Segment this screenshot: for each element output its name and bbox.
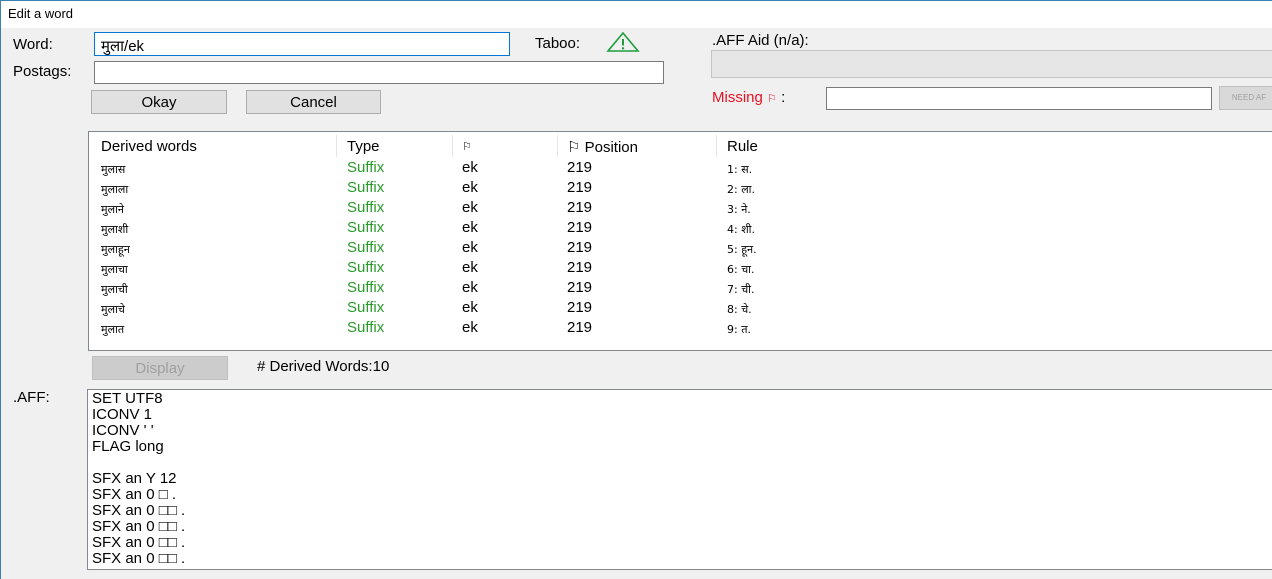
type-cell: Suffix [347, 219, 385, 236]
table-row[interactable]: मुलाला Suffix ek 219 2: ला. [89, 179, 1272, 199]
type-cell: Suffix [347, 179, 385, 196]
flag-cell: ek [462, 299, 478, 316]
derived-word-cell: मुलाहून [101, 243, 130, 256]
position-cell: 219 [567, 319, 593, 336]
position-cell: 219 [567, 159, 593, 176]
rule-cell: 9: त. [727, 323, 751, 336]
rule-cell: 7: ची. [727, 283, 755, 296]
aff-line: SFX an 0 □□ . [92, 534, 186, 551]
aff-aid-label: .AFF Aid (n/a): [712, 32, 809, 49]
okay-button[interactable]: Okay [91, 90, 227, 114]
rule-cell: 2: ला. [727, 183, 756, 196]
flag-cell: ek [462, 179, 478, 196]
col-header-type[interactable]: Type [347, 138, 380, 158]
rule-cell: 3: ने. [727, 203, 751, 216]
table-row[interactable]: मुलाचा Suffix ek 219 6: चा. [89, 259, 1272, 279]
col-header-position[interactable]: ⚐ Position [567, 138, 638, 158]
aff-textarea[interactable]: SET UTF8 ICONV 1 ICONV ' ' FLAG long SFX an … [87, 389, 1272, 570]
derived-word-cell: मुलाचे [101, 303, 125, 316]
aff-label: .AFF: [13, 389, 50, 406]
derived-word-cell: मुलाला [101, 183, 129, 196]
aff-line: FLAG long [92, 438, 164, 455]
aff-line: SFX an 0 □□ . [92, 550, 186, 567]
aff-line: SFX an 0 □ . [92, 486, 177, 503]
missing-label-text: Missing [712, 89, 763, 106]
cancel-button[interactable]: Cancel [246, 90, 381, 114]
derived-words-count: # Derived Words:10 [257, 358, 390, 375]
missing-flag-input[interactable] [826, 87, 1212, 110]
position-cell: 219 [567, 259, 593, 276]
warning-icon [606, 31, 640, 52]
flag-cell: ek [462, 199, 478, 216]
derived-word-cell: मुलास [101, 163, 126, 176]
type-cell: Suffix [347, 259, 385, 276]
window-title: Edit a word [8, 6, 74, 21]
display-button[interactable]: Display [92, 356, 228, 380]
rule-cell: 6: चा. [727, 263, 755, 276]
derived-word-cell: मुलाशी [101, 223, 129, 236]
table-row[interactable]: मुलास Suffix ek 219 1: स. [89, 159, 1272, 179]
postags-input[interactable] [94, 61, 664, 84]
position-cell: 219 [567, 279, 593, 296]
derived-word-cell: मुलाचा [101, 263, 128, 276]
aff-line [92, 455, 1272, 471]
col-header-flag[interactable]: ⚐ [462, 140, 472, 160]
position-cell: 219 [567, 179, 593, 196]
flag-cell: ek [462, 239, 478, 256]
derived-word-cell: मुलाची [101, 283, 128, 296]
aff-line: ICONV 1 [92, 406, 153, 423]
table-row[interactable]: मुलाशी Suffix ek 219 4: शी. [89, 219, 1272, 239]
taboo-label: Taboo: [535, 35, 581, 52]
col-header-rule[interactable]: Rule [727, 138, 758, 158]
rule-cell: 8: चे. [727, 303, 752, 316]
type-cell: Suffix [347, 239, 385, 256]
rule-cell: 5: हून. [727, 243, 757, 256]
table-row[interactable]: मुलाचे Suffix ek 219 8: चे. [89, 299, 1272, 319]
type-cell: Suffix [347, 279, 385, 296]
position-cell: 219 [567, 239, 593, 256]
title-bar: Edit a word [1, 0, 1272, 28]
type-cell: Suffix [347, 319, 385, 336]
need-aff-button: NEED AF [1219, 86, 1272, 110]
aff-line: ICONV ' ' [92, 422, 154, 439]
edit-word-window: Edit a word Word: मुला/ek Taboo: Postags… [0, 0, 1272, 579]
flag-cell: ek [462, 159, 478, 176]
table-row[interactable]: मुलात Suffix ek 219 9: त. [89, 319, 1272, 339]
table-row[interactable]: मुलाहून Suffix ek 219 5: हून. [89, 239, 1272, 259]
missing-colon: : [781, 89, 786, 106]
table-row[interactable]: मुलाची Suffix ek 219 7: ची. [89, 279, 1272, 299]
derived-word-cell: मुलात [101, 323, 125, 336]
aff-aid-field [711, 50, 1272, 78]
derived-words-table[interactable]: Derived words Type ⚐ ⚐ Position Rule मुल… [88, 131, 1272, 351]
position-cell: 219 [567, 299, 593, 316]
type-cell: Suffix [347, 299, 385, 316]
word-input[interactable]: मुला/ek [94, 32, 510, 56]
aff-line: SFX an 0 □□ . [92, 502, 186, 519]
type-cell: Suffix [347, 159, 385, 176]
col-header-derived-words[interactable]: Derived words [101, 138, 197, 158]
flag-cell: ek [462, 279, 478, 296]
flag-cell: ek [462, 219, 478, 236]
aff-line: SFX an Y 12 [92, 470, 177, 487]
rule-cell: 4: शी. [727, 223, 756, 236]
position-cell: 219 [567, 219, 593, 236]
aff-line: SFX an 0 □□ . [92, 518, 186, 535]
rule-cell: 1: स. [727, 163, 753, 176]
word-label: Word: [13, 36, 53, 53]
missing-flag-label: Missing ⚐ : [712, 89, 785, 106]
derived-word-cell: मुलाने [101, 203, 124, 216]
table-row[interactable]: मुलाने Suffix ek 219 3: ने. [89, 199, 1272, 219]
position-cell: 219 [567, 199, 593, 216]
flag-cell: ek [462, 259, 478, 276]
postags-label: Postags: [13, 63, 72, 80]
type-cell: Suffix [347, 199, 385, 216]
flag-icon: ⚐ [767, 92, 777, 105]
aff-line: SET UTF8 [92, 390, 163, 407]
flag-cell: ek [462, 319, 478, 336]
